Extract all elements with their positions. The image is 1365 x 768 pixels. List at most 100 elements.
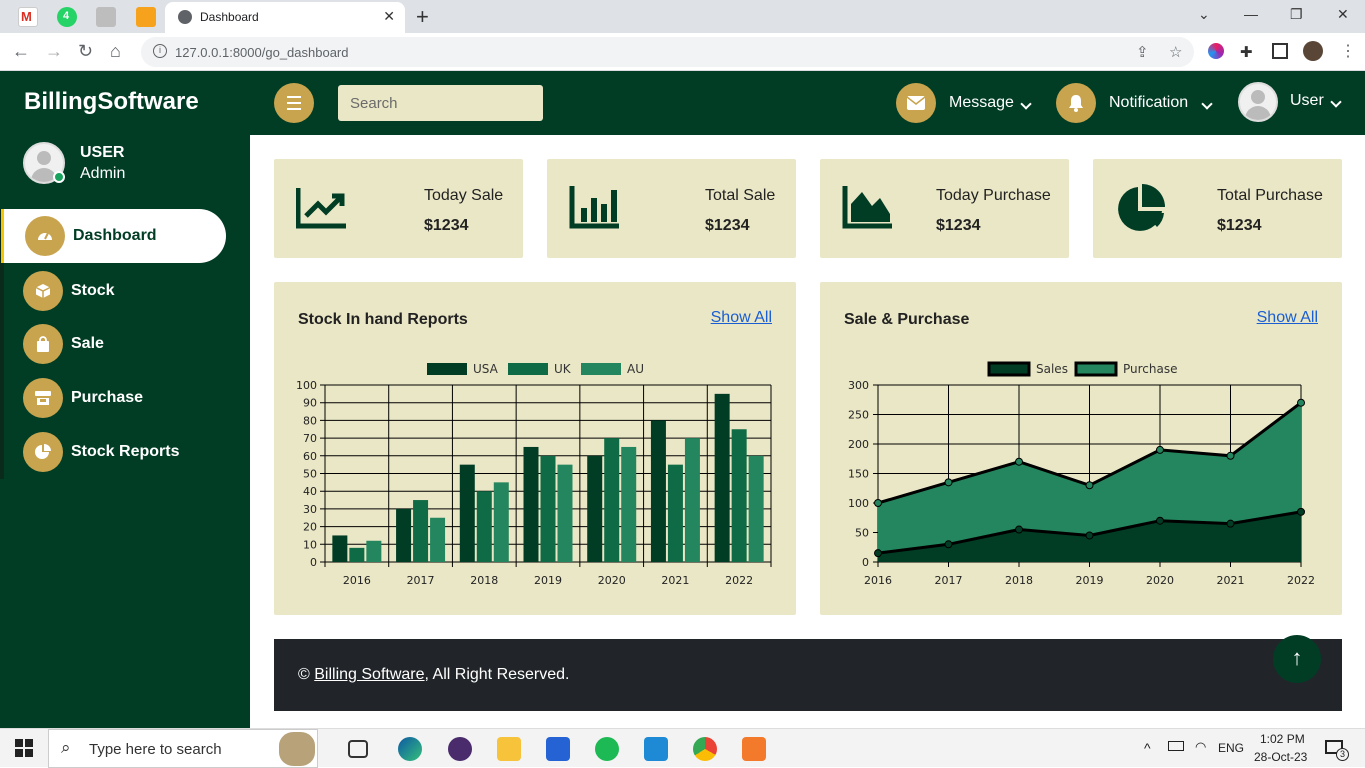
- x-tick-label: 2017: [407, 574, 435, 587]
- online-status-dot: [53, 171, 65, 183]
- back-button[interactable]: ←: [12, 41, 30, 62]
- reload-button[interactable]: ↻: [78, 41, 93, 62]
- url-text[interactable]: 127.0.0.1:8000/go_dashboard: [175, 45, 349, 60]
- forward-button[interactable]: →: [45, 41, 63, 62]
- color-extension-icon[interactable]: [1208, 43, 1224, 59]
- restore-button[interactable]: ❐: [1290, 6, 1303, 23]
- y-tick-label: 200: [848, 438, 869, 451]
- bar-uk: [604, 438, 620, 562]
- notification-dropdown[interactable]: Notification: [1109, 94, 1188, 112]
- main-content: Today Sale $1234 Total Sale $1234 Today …: [250, 135, 1365, 728]
- doc-pinned-tab[interactable]: [96, 7, 116, 27]
- stat-card-today-purchase: Today Purchase $1234: [820, 159, 1069, 258]
- envelope-icon[interactable]: [896, 83, 936, 123]
- gmail-pinned-tab[interactable]: M: [18, 7, 38, 27]
- sidebar-item-sale[interactable]: Sale: [4, 317, 226, 371]
- chevron-down-icon[interactable]: [1020, 98, 1032, 110]
- bar-uk: [476, 491, 492, 562]
- pma-pinned-tab[interactable]: [136, 7, 156, 27]
- chart-area-icon: [842, 186, 892, 229]
- point-purchase: [1015, 457, 1023, 466]
- chart-bar-icon: [569, 186, 619, 229]
- share-icon[interactable]: ⇪: [1136, 43, 1149, 61]
- hamburger-menu-button[interactable]: [274, 83, 314, 123]
- wifi-icon[interactable]: ◠: [1195, 739, 1206, 755]
- windows-start-icon[interactable]: [15, 739, 33, 757]
- stat-value: $1234: [705, 217, 750, 234]
- vscode-icon[interactable]: [644, 737, 668, 761]
- sidebar-item-stock-reports[interactable]: Stock Reports: [4, 425, 226, 479]
- xampp-icon[interactable]: [742, 737, 766, 761]
- stat-title: Today Sale: [424, 187, 504, 204]
- whatsapp-pinned-tab[interactable]: 4: [57, 7, 77, 27]
- x-tick-label: 2020: [1146, 574, 1174, 587]
- sidebar-item-purchase[interactable]: Purchase: [4, 371, 226, 425]
- close-window-button[interactable]: ✕: [1337, 6, 1349, 23]
- kebab-menu-icon[interactable]: ⋮: [1340, 41, 1356, 61]
- bar-usa: [459, 464, 475, 562]
- edge-browser-icon[interactable]: [398, 737, 422, 761]
- taskbar-search-box[interactable]: ⌕ Type here to search: [48, 729, 318, 768]
- search-icon: ⌕: [61, 738, 71, 757]
- point-sales: [1226, 519, 1235, 528]
- point-purchase: [944, 478, 953, 487]
- x-tick-label: 2016: [343, 574, 371, 587]
- file-explorer-icon[interactable]: [497, 737, 521, 761]
- back-to-top-button[interactable]: ↑: [1273, 635, 1321, 683]
- sidebar-icon[interactable]: [1272, 43, 1288, 59]
- home-icon[interactable]: ⌂: [110, 41, 121, 62]
- notification-count-badge: 3: [1336, 748, 1349, 761]
- bell-icon[interactable]: [1056, 83, 1096, 123]
- stat-title: Total Purchase: [1217, 187, 1323, 204]
- chrome-icon[interactable]: [693, 737, 717, 761]
- chevron-up-icon[interactable]: ^: [1144, 740, 1151, 756]
- copyright-symbol: ©: [298, 666, 310, 683]
- chevron-down-icon[interactable]: [1201, 98, 1213, 110]
- profile-avatar-icon[interactable]: [1303, 41, 1323, 61]
- spotify-icon[interactable]: [595, 737, 619, 761]
- point-sales: [944, 540, 953, 549]
- clock-date[interactable]: 28-Oct-23: [1254, 750, 1307, 764]
- bookmark-star-icon[interactable]: ☆: [1169, 43, 1182, 61]
- message-dropdown[interactable]: Message: [949, 94, 1014, 112]
- globe-icon: [178, 10, 192, 24]
- user-dropdown[interactable]: User: [1290, 92, 1324, 110]
- sidebar-item-dashboard[interactable]: Dashboard: [1, 209, 226, 263]
- address-bar[interactable]: i 127.0.0.1:8000/go_dashboard ⇪ ☆: [141, 37, 1194, 67]
- y-tick-label: 70: [303, 432, 317, 445]
- bar-uk: [731, 429, 747, 562]
- pie-chart-icon: [23, 432, 63, 472]
- active-tab[interactable]: Dashboard ✕: [165, 2, 405, 33]
- gauge-icon: [25, 216, 65, 256]
- close-icon[interactable]: ✕: [383, 8, 395, 25]
- clock-time[interactable]: 1:02 PM: [1260, 732, 1305, 746]
- brand-logo[interactable]: BillingSoftware: [24, 88, 199, 116]
- footer-link[interactable]: Billing Software: [314, 666, 424, 683]
- language-indicator[interactable]: ENG: [1218, 741, 1244, 755]
- chevron-down-icon[interactable]: [1330, 96, 1342, 108]
- x-tick-label: 2018: [470, 574, 498, 587]
- x-tick-label: 2021: [661, 574, 689, 587]
- avatar[interactable]: [1238, 82, 1278, 122]
- task-view-icon[interactable]: [348, 740, 368, 758]
- store-app-icon[interactable]: [546, 737, 570, 761]
- legend-swatch-usa: [427, 363, 467, 375]
- puzzle-icon[interactable]: ✚: [1240, 43, 1256, 61]
- media-player-icon[interactable]: [448, 737, 472, 761]
- y-tick-label: 40: [303, 485, 317, 498]
- chevron-down-icon[interactable]: ⌄: [1198, 6, 1210, 23]
- profile-role: Admin: [80, 165, 126, 182]
- x-tick-label: 2021: [1217, 574, 1245, 587]
- info-icon[interactable]: i: [153, 44, 167, 58]
- y-tick-label: 50: [855, 527, 869, 540]
- minimize-button[interactable]: —: [1244, 6, 1258, 22]
- new-tab-button[interactable]: +: [416, 4, 429, 30]
- bar-au: [748, 455, 764, 562]
- legend-label: Sales: [1036, 362, 1068, 376]
- search-input[interactable]: [338, 85, 543, 121]
- box-icon: [23, 271, 63, 311]
- battery-icon[interactable]: [1168, 741, 1184, 751]
- bar-au: [493, 482, 509, 562]
- sidebar-item-stock[interactable]: Stock: [4, 264, 226, 318]
- profile-name: USER: [80, 144, 125, 161]
